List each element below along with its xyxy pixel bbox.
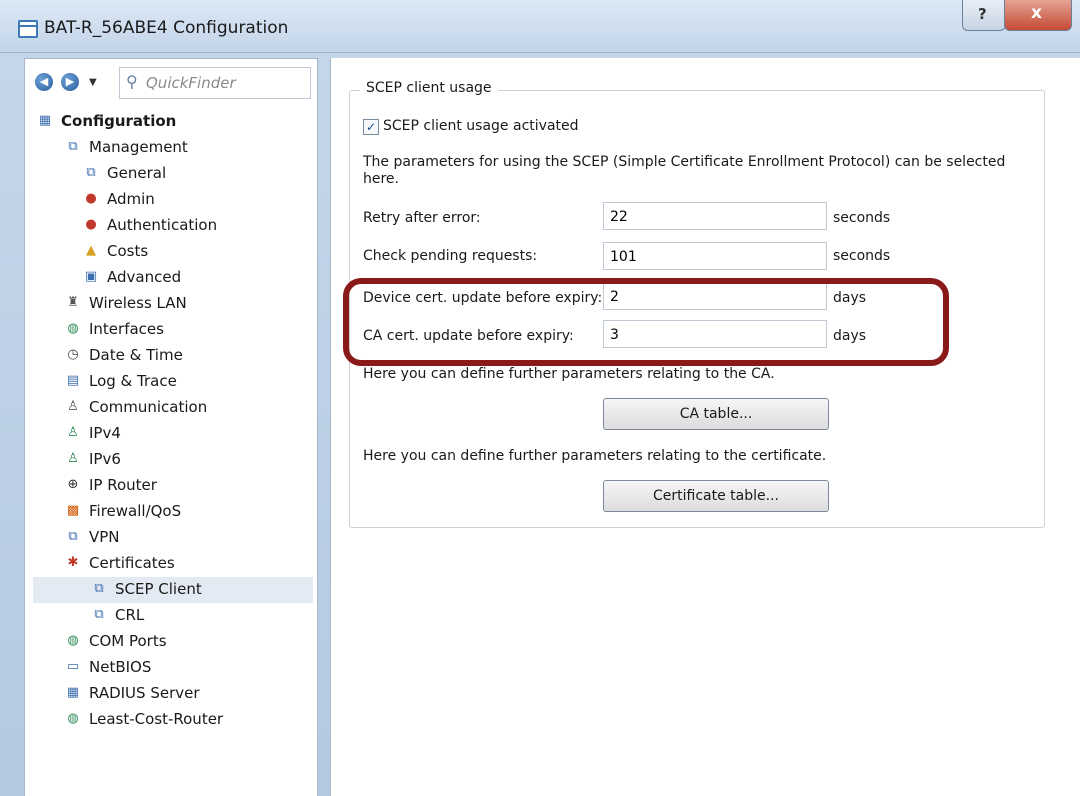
- pending-label: Check pending requests:: [363, 248, 538, 264]
- person-icon: ♙: [67, 425, 79, 440]
- tree-item-date-time[interactable]: ◷ Date & Time: [65, 343, 307, 369]
- checkmark-icon: ✓: [365, 120, 377, 134]
- group-title: SCEP client usage: [360, 80, 498, 96]
- network-icon: ⧉: [86, 165, 96, 180]
- firewall-icon: ▩: [66, 503, 80, 518]
- retry-label: Retry after error:: [363, 210, 481, 226]
- window-title: BAT-R_56ABE4 Configuration: [44, 18, 289, 38]
- tree-item-log-trace[interactable]: ▤ Log & Trace: [65, 369, 307, 395]
- clock-icon: ◷: [67, 347, 79, 362]
- config-window: BAT-R_56ABE4 Configuration ? x ◀ ▶ ▼ ⚲ Q…: [0, 0, 1080, 796]
- retry-unit: seconds: [833, 210, 891, 226]
- user-icon: ●: [85, 217, 97, 232]
- forward-button[interactable]: ▶: [61, 73, 79, 91]
- title-bar: BAT-R_56ABE4 Configuration ? x: [0, 0, 1080, 53]
- advanced-icon: ▣: [84, 269, 98, 284]
- arrow-right-icon: ▶: [65, 75, 75, 88]
- network-icon: ⧉: [68, 139, 78, 154]
- highlight-annotation: [343, 278, 949, 366]
- tree-item-interfaces[interactable]: ◍ Interfaces: [65, 317, 307, 343]
- help-icon: ?: [978, 5, 987, 23]
- certificate-icon: ✱: [67, 555, 79, 570]
- tree-item-scep-client[interactable]: ⧉ SCEP Client: [33, 577, 313, 603]
- settings-panel: SCEP client usage ✓ SCEP client usage ac…: [330, 58, 1080, 796]
- ca-description: Here you can define further parameters r…: [363, 366, 775, 382]
- close-icon: x: [1031, 3, 1042, 23]
- tree-item-vpn[interactable]: ⧉ VPN: [65, 525, 307, 551]
- radius-icon: ▦: [66, 685, 80, 700]
- tree-item-com-ports[interactable]: ◍ COM Ports: [65, 629, 307, 655]
- pending-input[interactable]: 101: [603, 242, 827, 270]
- tree-item-costs[interactable]: ▲ Costs: [83, 239, 307, 265]
- history-dropdown[interactable]: ▼: [89, 77, 97, 88]
- communication-icon: ♙: [67, 399, 79, 414]
- help-button[interactable]: ?: [962, 0, 1006, 31]
- tree-item-authentication[interactable]: ● Authentication: [83, 213, 307, 239]
- scep-description: The parameters for using the SCEP (Simpl…: [363, 154, 1006, 187]
- certificate-description: Here you can define further parameters r…: [363, 448, 827, 464]
- network-icon: ⧉: [68, 529, 78, 544]
- chevron-down-icon: ▼: [89, 77, 97, 88]
- log-icon: ▤: [66, 373, 80, 388]
- costs-icon: ▲: [86, 243, 96, 258]
- window-icon: ▭: [66, 659, 80, 674]
- person-icon: ♙: [67, 451, 79, 466]
- nav-toolbar: ◀ ▶ ▼ ⚲ QuickFinder: [25, 59, 317, 105]
- network-icon: ⧉: [94, 607, 104, 622]
- scep-activated-label: SCEP client usage activated: [383, 118, 579, 134]
- tree-item-ipv4[interactable]: ♙ IPv4: [65, 421, 307, 447]
- tree-item-ip-router[interactable]: ⊕ IP Router: [65, 473, 307, 499]
- tree-item-certificates[interactable]: ✱ Certificates: [65, 551, 307, 577]
- certificate-table-button[interactable]: Certificate table...: [603, 480, 829, 512]
- tree-item-communication[interactable]: ♙ Communication: [65, 395, 307, 421]
- scep-activated-checkbox[interactable]: ✓: [363, 119, 379, 135]
- app-window-icon: [18, 20, 38, 38]
- ca-table-button[interactable]: CA table...: [603, 398, 829, 430]
- wireless-icon: ♜: [67, 295, 79, 310]
- pending-unit: seconds: [833, 248, 891, 264]
- globe-icon: ◍: [67, 321, 79, 336]
- tree-item-radius-server[interactable]: ▦ RADIUS Server: [65, 681, 307, 707]
- arrow-left-icon: ◀: [39, 75, 49, 88]
- globe-icon: ◍: [67, 711, 79, 726]
- tree-item-least-cost-router[interactable]: ◍ Least-Cost-Router: [65, 707, 307, 733]
- navigation-panel: ◀ ▶ ▼ ⚲ QuickFinder ▦ Configuration ⧉ Ma…: [24, 58, 318, 796]
- tree-item-crl[interactable]: ⧉ CRL: [91, 603, 307, 629]
- tree-item-wireless-lan[interactable]: ♜ Wireless LAN: [65, 291, 307, 317]
- tree-item-management[interactable]: ⧉ Management: [65, 135, 307, 161]
- back-button[interactable]: ◀: [35, 73, 53, 91]
- user-icon: ●: [85, 191, 97, 206]
- router-icon: ⊕: [67, 477, 79, 492]
- network-icon: ⧉: [94, 581, 104, 596]
- tree-item-general[interactable]: ⧉ General: [83, 161, 307, 187]
- tree-item-advanced[interactable]: ▣ Advanced: [83, 265, 307, 291]
- close-button[interactable]: x: [1004, 0, 1072, 31]
- tree-item-firewall-qos[interactable]: ▩ Firewall/QoS: [65, 499, 307, 525]
- tree-item-admin[interactable]: ● Admin: [83, 187, 307, 213]
- quickfinder-placeholder: QuickFinder: [146, 74, 236, 92]
- globe-icon: ◍: [67, 633, 79, 648]
- search-icon: ⚲: [126, 72, 138, 91]
- tree-item-netbios[interactable]: ▭ NetBIOS: [65, 655, 307, 681]
- retry-input[interactable]: 22: [603, 202, 827, 230]
- config-icon: ▦: [38, 113, 52, 128]
- tree-item-configuration[interactable]: ▦ Configuration: [37, 109, 307, 135]
- quickfinder-input[interactable]: ⚲ QuickFinder: [119, 67, 311, 99]
- tree-item-ipv6[interactable]: ♙ IPv6: [65, 447, 307, 473]
